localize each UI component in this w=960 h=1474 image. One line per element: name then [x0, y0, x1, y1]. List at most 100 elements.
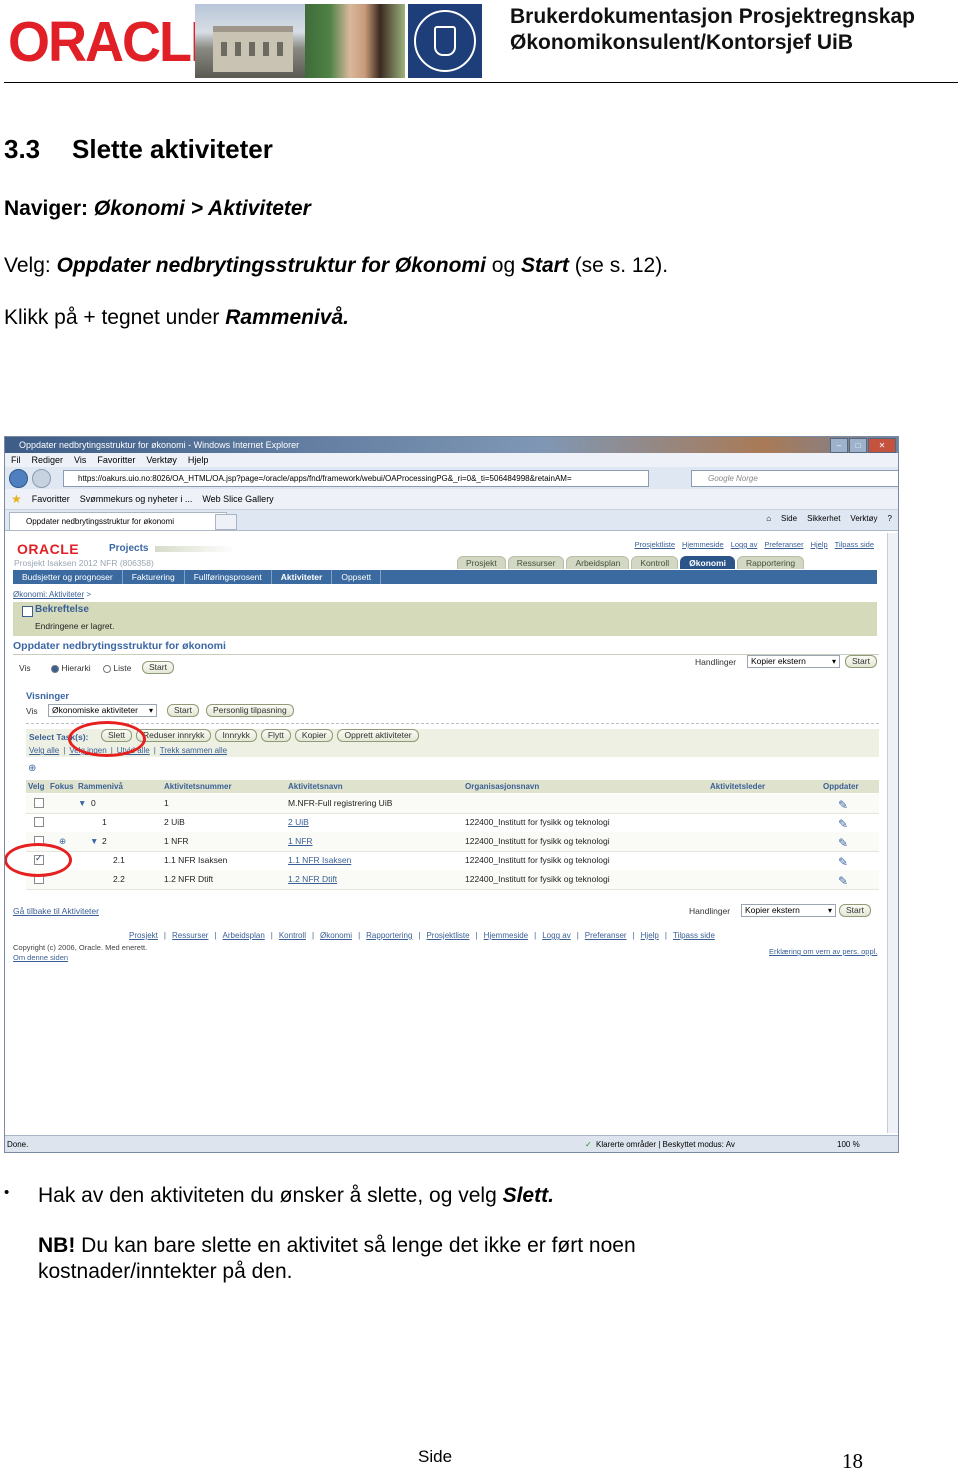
row-checkbox[interactable]	[34, 798, 44, 808]
bottom-actions-select[interactable]: Kopier ekstern	[741, 904, 836, 917]
minimize-icon[interactable]: –	[830, 438, 848, 453]
global-link[interactable]: Logg av	[731, 540, 758, 549]
menu-tools[interactable]: Verktøy	[146, 455, 177, 465]
maximize-icon[interactable]: □	[849, 438, 867, 453]
safety-menu[interactable]: Sikkerhet	[807, 514, 840, 523]
global-link[interactable]: Hjelp	[811, 540, 828, 549]
task-link[interactable]: 1.2 NFR Dtift	[288, 874, 337, 884]
select-all-link[interactable]: Velg alle	[29, 746, 59, 755]
tools-menu[interactable]: Verktøy	[850, 514, 877, 523]
update-pencil-icon[interactable]: ✎	[838, 798, 848, 812]
browser-tabbar: Oppdater nedbrytingsstruktur for økonomi…	[5, 510, 898, 531]
back-icon[interactable]	[9, 468, 28, 488]
view-list[interactable]: Liste	[103, 663, 131, 673]
focus-icon[interactable]: ⊕	[59, 836, 66, 847]
menu-edit[interactable]: Rediger	[32, 455, 64, 465]
collapse-all-link[interactable]: Trekk sammen alle	[160, 746, 227, 755]
section-title: Slette aktiviteter	[72, 134, 273, 164]
favorite-link[interactable]: Svømmekurs og nyheter i ...	[80, 494, 193, 504]
collapse-icon[interactable]: ▼	[78, 798, 86, 808]
vis-start-button[interactable]: Start	[142, 661, 174, 674]
tab-ressurser[interactable]: Ressurser	[507, 556, 565, 569]
view-hierarchy[interactable]: Hierarki	[51, 663, 91, 673]
page-menu[interactable]: Side	[781, 514, 797, 523]
subtab[interactable]: Fullføringsprosent	[185, 570, 272, 584]
global-link[interactable]: Tilpass side	[835, 540, 874, 549]
task-link[interactable]: 1.1 NFR Isaksen	[288, 855, 351, 865]
zoom-level[interactable]: 100 %	[837, 1136, 860, 1152]
menu-file[interactable]: Fil	[11, 455, 21, 465]
outdent-button[interactable]: Reduser innrykk	[136, 729, 212, 742]
update-pencil-icon[interactable]: ✎	[838, 874, 848, 888]
menu-help[interactable]: Hjelp	[188, 455, 209, 465]
section-number: 3.3	[4, 134, 41, 164]
personalize-button[interactable]: Personlig tilpasning	[206, 704, 294, 717]
global-links: Prosjektliste Hjemmeside Logg av Prefera…	[635, 540, 874, 549]
forward-icon[interactable]	[32, 468, 51, 488]
browser-screenshot: Oppdater nedbrytingsstruktur for økonomi…	[4, 436, 899, 1153]
privacy-link[interactable]: Erklæring om vern av pers. oppl.	[769, 947, 877, 956]
views-start-button[interactable]: Start	[167, 704, 199, 717]
actions-select[interactable]: Kopier ekstern	[747, 655, 840, 668]
favorites-button[interactable]: Favoritter	[32, 494, 70, 504]
close-icon[interactable]: ✕	[868, 438, 896, 453]
url-field[interactable]: https://oakurs.uio.no:8026/OA_HTML/OA.js…	[63, 470, 649, 487]
tab-okonomi[interactable]: Økonomi	[680, 556, 736, 569]
help-icon[interactable]: ?	[888, 514, 892, 523]
home-icon[interactable]: ⌂	[766, 514, 771, 523]
highlight-delete-ellipse	[68, 721, 146, 757]
indent-button[interactable]: Innrykk	[215, 729, 257, 742]
focus-icon[interactable]: ⊕	[28, 763, 36, 774]
bottom-start-button[interactable]: Start	[839, 904, 871, 917]
app-product-name: Projects	[109, 543, 149, 554]
copyright: Copyright (c) 2006, Oracle. Med enerett.	[13, 943, 148, 952]
table-row: ▼ 0 1 M.NFR-Full registrering UiB ✎	[26, 794, 879, 814]
sub-navigation: Budsjetter og prognoser Fakturering Full…	[13, 570, 877, 584]
about-link[interactable]: Om denne siden	[13, 953, 68, 962]
global-link[interactable]: Hjemmeside	[682, 540, 724, 549]
tab-prosjekt[interactable]: Prosjekt	[457, 556, 506, 569]
view-select[interactable]: Økonomiske aktiviteter	[48, 704, 157, 717]
tab-rapportering[interactable]: Rapportering	[737, 556, 805, 569]
task-link[interactable]: 2 UiB	[288, 817, 309, 827]
menu-favorites[interactable]: Favoritter	[97, 455, 135, 465]
header-divider	[4, 82, 958, 83]
app-tabs: Prosjekt Ressurser Arbeidsplan Kontroll …	[457, 556, 805, 569]
oracle-logo: ORACLE	[8, 6, 226, 78]
back-link[interactable]: Gå tilbake til Aktiviteter	[13, 906, 99, 916]
browser-tab[interactable]: Oppdater nedbrytingsstruktur for økonomi	[9, 512, 227, 530]
click-instruction: Klikk på + tegnet under Rammenivå.	[4, 306, 349, 329]
university-seal-logo	[408, 4, 482, 78]
search-input[interactable]: Google Norge	[691, 470, 898, 487]
subtab-aktiviteter[interactable]: Aktiviteter	[272, 570, 333, 584]
create-tasks-button[interactable]: Opprett aktiviteter	[337, 729, 419, 742]
update-pencil-icon[interactable]: ✎	[838, 855, 848, 869]
browser-statusbar: Done. ✓ Klarerte områder | Beskyttet mod…	[5, 1135, 898, 1152]
new-tab-button[interactable]	[215, 514, 237, 530]
tab-kontroll[interactable]: Kontroll	[631, 556, 679, 569]
menu-view[interactable]: Vis	[74, 455, 86, 465]
move-button[interactable]: Flytt	[260, 729, 291, 742]
tab-arbeidsplan[interactable]: Arbeidsplan	[566, 556, 630, 569]
subtab[interactable]: Fakturering	[123, 570, 185, 584]
task-link[interactable]: 1 NFR	[288, 836, 313, 846]
navigate-line: Naviger: Økonomi > Aktiviteter	[4, 197, 311, 220]
page-number: 18	[842, 1449, 863, 1473]
vertical-scrollbar[interactable]	[887, 533, 898, 1133]
copy-button[interactable]: Kopier	[294, 729, 334, 742]
address-bar: https://oakurs.uio.no:8026/OA_HTML/OA.js…	[5, 467, 898, 489]
table-header: Velg Fokus Rammenivå Aktivitetsnummer Ak…	[26, 780, 879, 793]
web-slice-gallery-link[interactable]: Web Slice Gallery	[202, 494, 273, 504]
subtab[interactable]: Oppsett	[332, 570, 382, 584]
subtab[interactable]: Budsjetter og prognoser	[13, 570, 123, 584]
collapse-icon[interactable]: ▼	[90, 836, 98, 846]
footer-links: Prosjekt | Ressurser | Arbeidsplan | Kontroll |…	[129, 931, 715, 940]
views-vis-label: Vis	[26, 706, 38, 716]
update-pencil-icon[interactable]: ✎	[838, 817, 848, 831]
favorites-star-icon[interactable]: ★	[11, 492, 22, 506]
actions-start-button[interactable]: Start	[845, 655, 877, 668]
global-link[interactable]: Preferanser	[764, 540, 803, 549]
update-pencil-icon[interactable]: ✎	[838, 836, 848, 850]
global-link[interactable]: Prosjektliste	[635, 540, 675, 549]
row-checkbox[interactable]	[34, 817, 44, 827]
